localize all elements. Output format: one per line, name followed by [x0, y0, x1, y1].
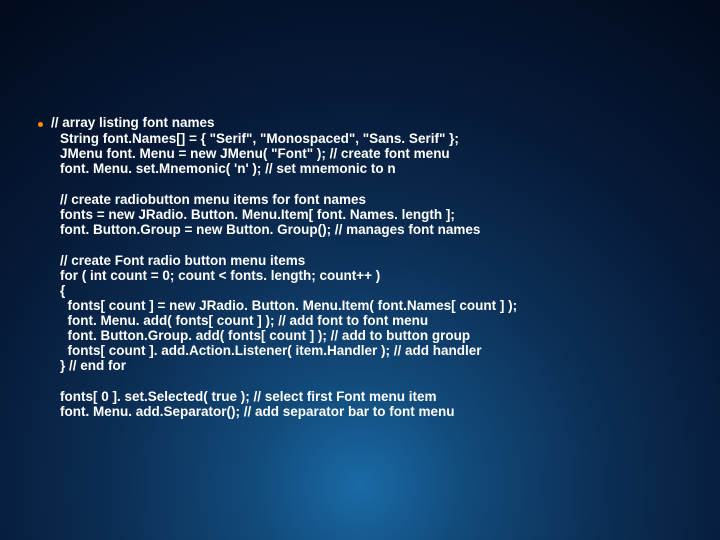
code-text: font. Menu. add( fonts[ count ] ); // ad… [60, 313, 700, 328]
code-text: // create radiobutton menu items for fon… [60, 192, 700, 207]
code-text: String font.Names[] = { "Serif", "Monosp… [60, 131, 700, 146]
code-text: font. Button.Group. add( fonts[ count ] … [60, 328, 700, 343]
code-line: // array listing font names [38, 115, 700, 131]
code-text: for ( int count = 0; count < fonts. leng… [60, 268, 700, 283]
code-block-3: // create Font radio button menu items f… [38, 253, 700, 373]
code-block-1: // array listing font names String font.… [38, 115, 700, 176]
code-text: fonts[ count ] = new JRadio. Button. Men… [60, 298, 700, 313]
bullet-icon [38, 122, 43, 127]
code-text: { [60, 283, 700, 298]
code-text: font. Menu. add.Separator(); // add sepa… [60, 404, 700, 419]
code-text: font. Button.Group = new Button. Group()… [60, 222, 700, 237]
code-text: fonts[ count ]. add.Action.Listener( ite… [60, 343, 700, 358]
code-text: // array listing font names [51, 115, 215, 131]
code-block-2: // create radiobutton menu items for fon… [38, 192, 700, 237]
slide: // array listing font names String font.… [0, 0, 720, 540]
code-text: // create Font radio button menu items [60, 253, 700, 268]
code-text: font. Menu. set.Mnemonic( 'n' ); // set … [60, 161, 700, 176]
code-text: JMenu font. Menu = new JMenu( "Font" ); … [60, 146, 700, 161]
code-text: } // end for [60, 358, 700, 373]
code-text: fonts = new JRadio. Button. Menu.Item[ f… [60, 207, 700, 222]
code-block-4: fonts[ 0 ]. set.Selected( true ); // sel… [38, 389, 700, 419]
code-text: fonts[ 0 ]. set.Selected( true ); // sel… [60, 389, 700, 404]
